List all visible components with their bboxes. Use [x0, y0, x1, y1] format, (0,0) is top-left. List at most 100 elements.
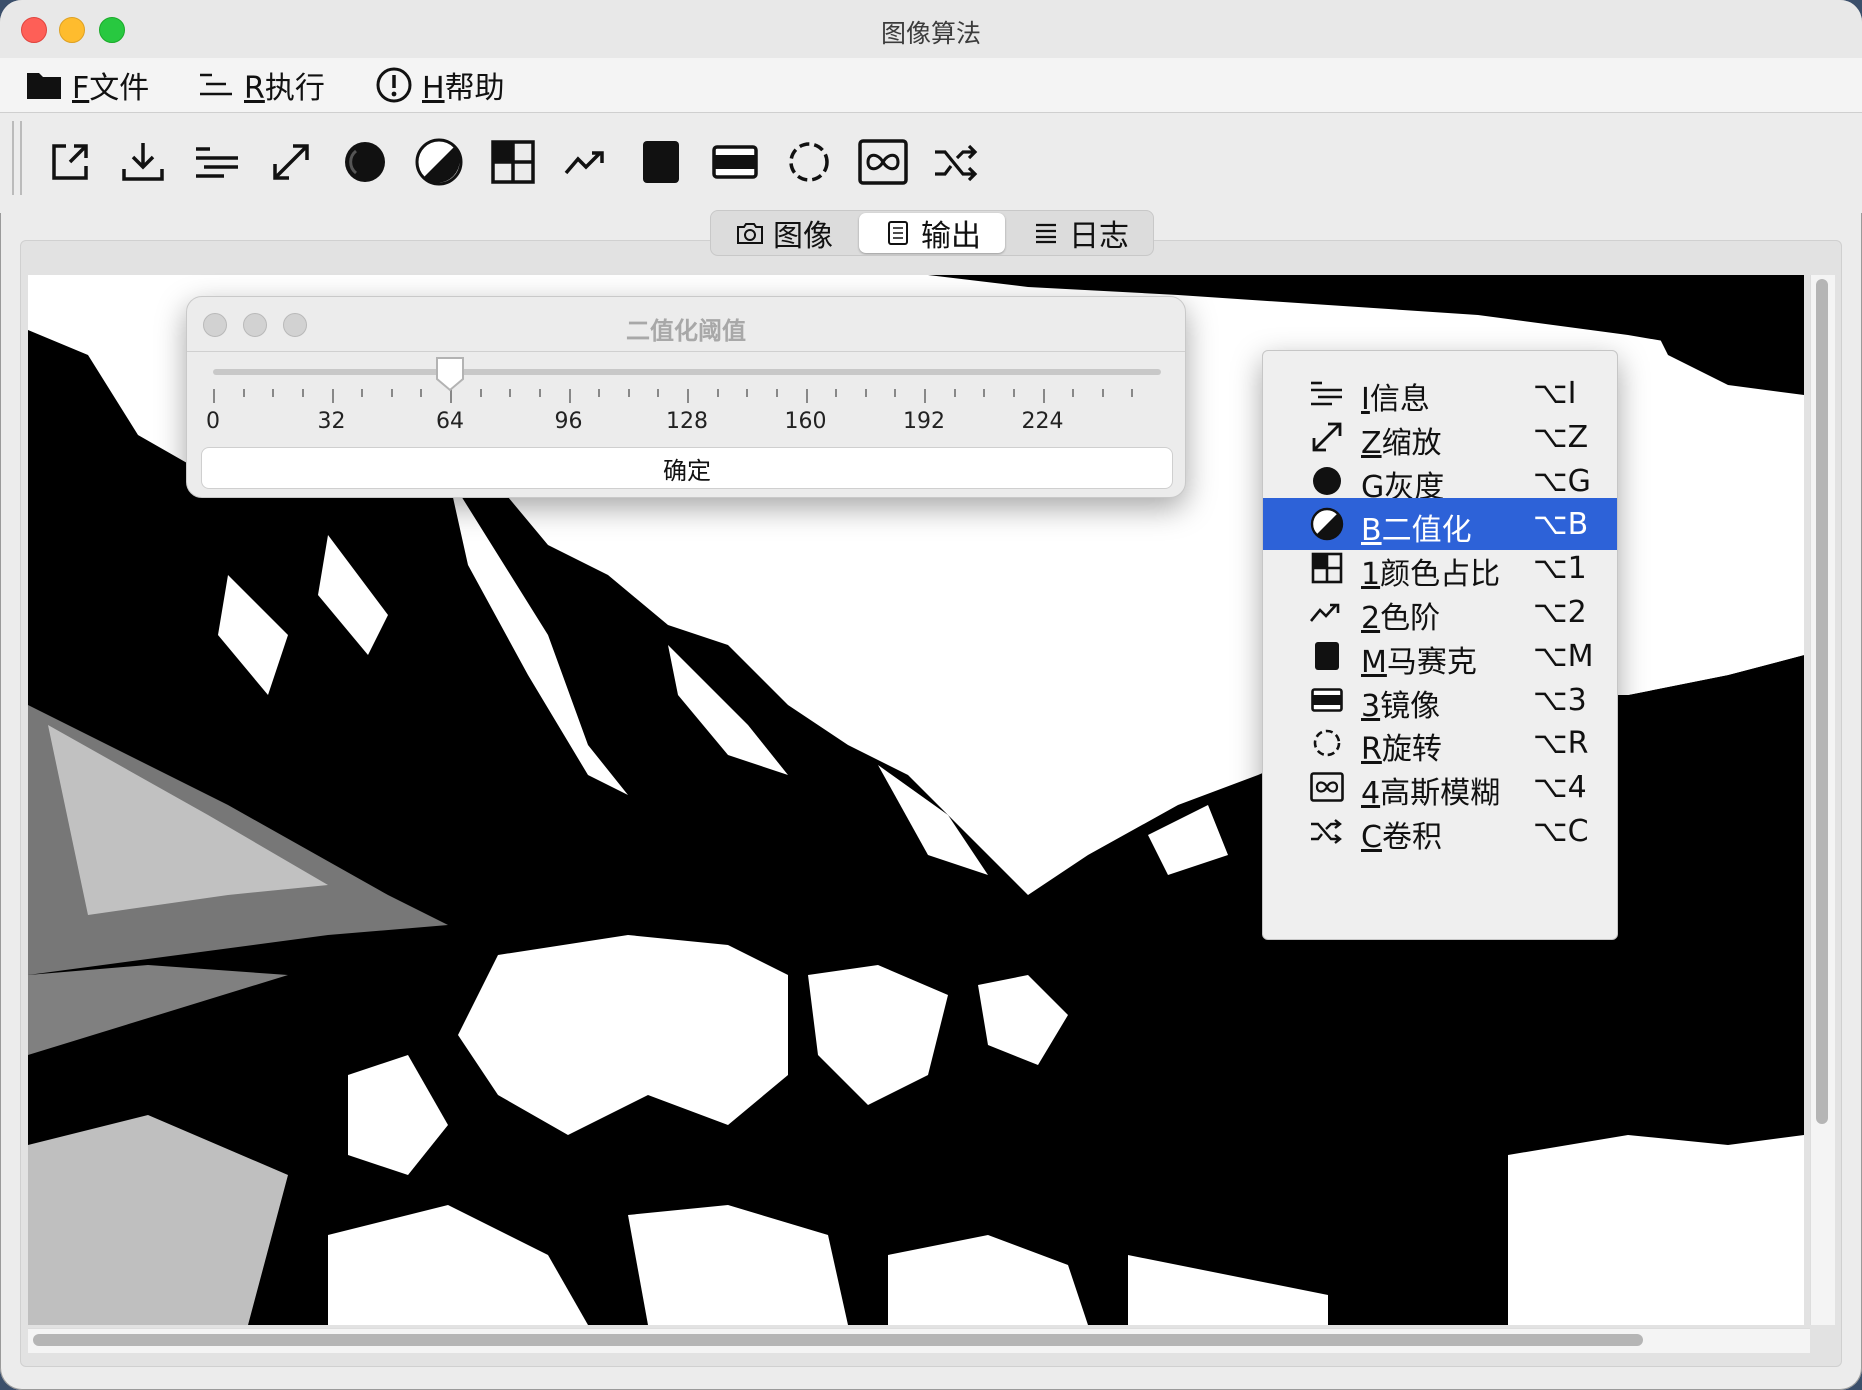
menu-run-label: 执行 — [264, 71, 325, 106]
menu-item-label: C卷积 — [1361, 812, 1442, 856]
menu-item-shortcut: ⌥1 — [1533, 551, 1587, 587]
folder-icon — [24, 65, 64, 105]
list-icon — [196, 65, 236, 105]
levels-button[interactable] — [558, 133, 616, 191]
slider-tick — [420, 389, 423, 397]
threshold-dialog: 二值化阈值 0 32 64 96 128 160 192 224 确定 — [186, 296, 1186, 498]
slider-tick — [894, 389, 897, 397]
menu-file[interactable]: F文件 — [24, 64, 149, 106]
resize-button[interactable] — [262, 133, 320, 191]
slider-tick — [568, 389, 571, 403]
mosaic-button[interactable] — [632, 133, 690, 191]
slider-tick-label: 0 — [206, 409, 220, 434]
menu-help-mnemonic: H — [422, 71, 445, 106]
color-ratio-icon — [1309, 550, 1345, 586]
color-ratio-button[interactable] — [484, 133, 542, 191]
menu-file-label: 文件 — [89, 71, 150, 106]
tab-log[interactable]: 日志 — [1007, 211, 1153, 255]
slider-tick — [835, 389, 838, 397]
tab-bar: 图像 输出 日志 — [710, 210, 1154, 256]
horizontal-scroll-thumb[interactable] — [33, 1334, 1643, 1346]
slider-tick — [627, 389, 630, 397]
slider-tick-label: 128 — [666, 409, 708, 434]
info-button[interactable] — [188, 133, 246, 191]
ok-button[interactable]: 确定 — [201, 447, 1173, 489]
title-bar: 图像算法 — [0, 0, 1862, 59]
slider-tick — [746, 389, 749, 397]
convolution-icon — [1309, 813, 1345, 849]
menu-item-shortcut: ⌥Z — [1533, 419, 1589, 455]
gaussian-blur-icon — [858, 139, 908, 185]
slider-tick — [1101, 389, 1104, 397]
menu-item-shortcut: ⌥R — [1533, 726, 1589, 762]
gaussian-blur-icon — [1309, 769, 1345, 805]
gaussian-blur-button[interactable] — [854, 133, 912, 191]
menu-item-shortcut: ⌥G — [1533, 463, 1591, 499]
threshold-slider-track[interactable] — [213, 369, 1161, 375]
slider-tick — [716, 389, 719, 397]
slider-tick — [924, 389, 926, 403]
slider-tick — [479, 389, 482, 397]
binarize-icon — [415, 138, 463, 186]
mirror-icon — [712, 145, 758, 179]
slider-tick — [331, 389, 334, 403]
slider-tick — [509, 389, 512, 397]
menu-help[interactable]: H帮助 — [374, 64, 505, 106]
slider-tick — [390, 389, 393, 397]
dialog-title: 二值化阈值 — [626, 317, 746, 345]
threshold-slider-thumb[interactable] — [434, 355, 466, 397]
slider-tick-label: 160 — [784, 409, 827, 434]
slider-tick — [301, 389, 304, 397]
tab-image-label: 图像 — [773, 219, 833, 254]
slider-tick-label: 32 — [317, 409, 346, 434]
export-icon — [52, 144, 88, 180]
slider-tick — [953, 389, 956, 397]
slider-tick — [361, 389, 364, 397]
menu-run[interactable]: R执行 — [196, 64, 325, 106]
slider-tick — [1012, 389, 1015, 397]
info-list-icon — [1309, 375, 1345, 411]
slider-tick — [864, 389, 867, 397]
convolution-button[interactable] — [928, 133, 986, 191]
tab-image[interactable]: 图像 — [711, 211, 857, 255]
rotate-icon — [789, 142, 829, 182]
menu-bar: F文件 R执行 H帮助 — [0, 58, 1862, 113]
toolbar-grip[interactable] — [12, 121, 22, 195]
mirror-icon — [1309, 682, 1345, 718]
menu-item-shortcut: ⌥C — [1533, 814, 1589, 849]
slider-tick — [775, 389, 778, 397]
mosaic-icon — [643, 141, 679, 183]
menu-item-shortcut: ⌥M — [1533, 638, 1594, 674]
levels-icon — [1309, 594, 1345, 630]
rotate-button[interactable] — [780, 133, 838, 191]
menu-item-mnemonic: C — [1361, 820, 1382, 855]
vertical-scrollbar[interactable] — [1810, 275, 1835, 1325]
lines-icon — [1031, 218, 1061, 248]
tab-output[interactable]: 输出 — [859, 213, 1005, 254]
menu-file-mnemonic: F — [72, 71, 90, 106]
menu-help-label: 帮助 — [444, 71, 505, 106]
horizontal-scrollbar[interactable] — [28, 1328, 1810, 1353]
resize-icon — [1309, 419, 1345, 455]
info-list-icon — [196, 147, 238, 178]
slider-tick-label: 96 — [554, 409, 583, 434]
slider-tick — [657, 389, 660, 397]
grayscale-icon — [1309, 463, 1345, 499]
resize-icon — [273, 144, 309, 180]
slider-tick — [538, 389, 541, 397]
grayscale-button[interactable] — [336, 133, 394, 191]
document-icon — [883, 218, 913, 248]
slider-tick — [1042, 389, 1045, 403]
download-button[interactable] — [114, 133, 172, 191]
export-button[interactable] — [41, 133, 99, 191]
menu-item-shortcut: ⌥I — [1533, 376, 1577, 411]
menu-item-convolution[interactable]: C卷积 ⌥C — [1263, 805, 1617, 857]
dialog-divider — [187, 351, 1185, 352]
binarize-icon — [1309, 506, 1345, 542]
vertical-scroll-thumb[interactable] — [1816, 279, 1828, 1124]
tab-output-label: 输出 — [921, 219, 981, 254]
menu-run-mnemonic: R — [244, 71, 265, 106]
mirror-button[interactable] — [706, 133, 764, 191]
menu-item-text: 卷积 — [1381, 820, 1442, 855]
binarize-button[interactable] — [410, 133, 468, 191]
